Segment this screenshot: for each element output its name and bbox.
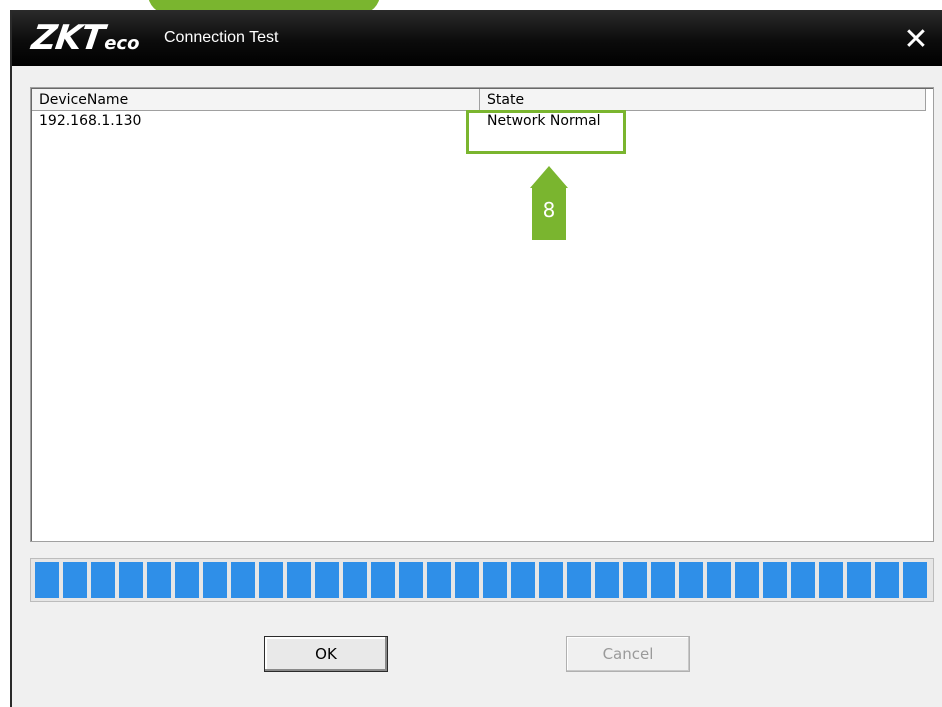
- progress-segment: [371, 562, 395, 598]
- progress-segment: [147, 562, 171, 598]
- progress-segment: [875, 562, 899, 598]
- progress-bar: [30, 558, 934, 602]
- progress-segment: [427, 562, 451, 598]
- ok-button[interactable]: OK: [264, 636, 388, 672]
- progress-segment: [175, 562, 199, 598]
- progress-segment: [735, 562, 759, 598]
- column-header-state[interactable]: State: [480, 89, 926, 111]
- progress-segment: [903, 562, 927, 598]
- progress-segment: [35, 562, 59, 598]
- list-header: DeviceName State: [32, 89, 932, 111]
- progress-segment: [623, 562, 647, 598]
- window-title: Connection Test: [164, 29, 279, 46]
- annotation-highlight-box: [466, 110, 626, 154]
- progress-fill: [35, 562, 927, 598]
- progress-segment: [399, 562, 423, 598]
- title-bar[interactable]: ZKT eco Connection Test ✕: [12, 10, 942, 66]
- progress-segment: [791, 562, 815, 598]
- progress-segment: [847, 562, 871, 598]
- progress-segment: [203, 562, 227, 598]
- progress-segment: [511, 562, 535, 598]
- progress-segment: [259, 562, 283, 598]
- progress-segment: [763, 562, 787, 598]
- progress-segment: [231, 562, 255, 598]
- column-header-devicename[interactable]: DeviceName: [32, 89, 480, 111]
- logo-main: ZKT: [29, 18, 107, 58]
- progress-segment: [119, 562, 143, 598]
- device-list[interactable]: DeviceName State 192.168.1.130 Network N…: [30, 87, 934, 542]
- progress-segment: [595, 562, 619, 598]
- progress-segment: [287, 562, 311, 598]
- annotation-marker: 8: [530, 166, 568, 240]
- progress-segment: [679, 562, 703, 598]
- device-name-cell: 192.168.1.130: [39, 113, 142, 129]
- progress-segment: [343, 562, 367, 598]
- progress-segment: [63, 562, 87, 598]
- progress-segment: [483, 562, 507, 598]
- close-icon[interactable]: ✕: [902, 25, 930, 55]
- progress-segment: [707, 562, 731, 598]
- progress-segment: [819, 562, 843, 598]
- cancel-button[interactable]: Cancel: [566, 636, 690, 672]
- marker-label: 8: [532, 188, 566, 240]
- progress-segment: [91, 562, 115, 598]
- progress-segment: [651, 562, 675, 598]
- logo-sub: eco: [104, 33, 140, 54]
- progress-segment: [539, 562, 563, 598]
- zkteco-logo: ZKT eco: [29, 18, 140, 58]
- progress-segment: [315, 562, 339, 598]
- progress-segment: [455, 562, 479, 598]
- progress-segment: [567, 562, 591, 598]
- up-arrow-icon: [530, 166, 568, 188]
